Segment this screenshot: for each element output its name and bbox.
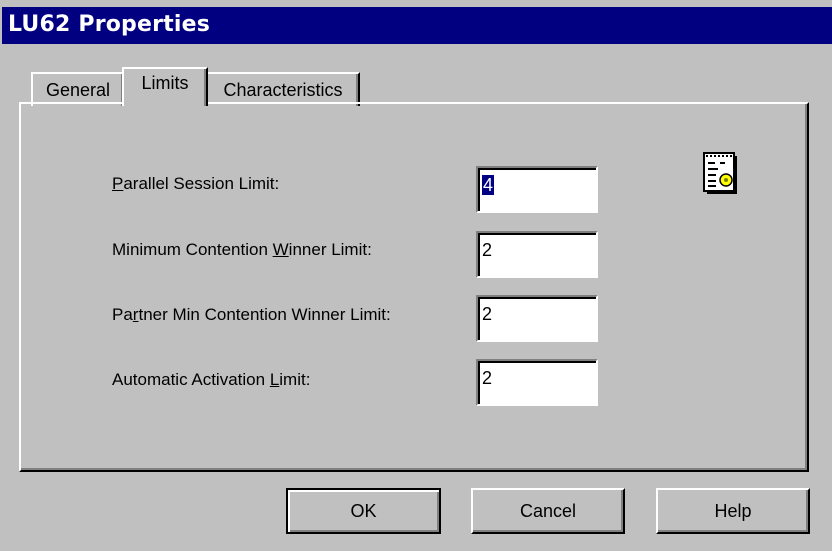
- partner-min-contention-winner-limit-input[interactable]: 2: [476, 295, 598, 342]
- cancel-button-label: Cancel: [519, 501, 577, 521]
- min-contention-winner-limit-value: 2: [482, 240, 493, 260]
- tab-characteristics[interactable]: Characteristics: [206, 72, 360, 106]
- partner-min-contention-winner-limit-value: 2: [482, 304, 493, 324]
- parallel-session-limit-value: 4: [482, 175, 495, 195]
- tab-limits[interactable]: Limits: [122, 67, 208, 106]
- min-contention-winner-limit-label: Minimum Contention Winner Limit:: [112, 240, 372, 259]
- help-button[interactable]: Help: [656, 488, 810, 534]
- min-contention-winner-limit-input[interactable]: 2: [476, 231, 598, 278]
- tab-general[interactable]: General: [31, 72, 125, 106]
- title-bar[interactable]: LU62 Properties: [2, 7, 832, 44]
- automatic-activation-limit-label: Automatic Activation Limit:: [112, 370, 311, 389]
- ok-button[interactable]: OK: [286, 488, 441, 534]
- lu62-properties-dialog: LU62 Properties General Characteristics …: [0, 0, 832, 551]
- ok-button-label: OK: [350, 501, 377, 521]
- tab-characteristics-label: Characteristics: [223, 80, 343, 100]
- tab-general-label: General: [45, 80, 111, 100]
- window-title: LU62 Properties: [8, 12, 211, 37]
- automatic-activation-limit-input[interactable]: 2: [476, 359, 598, 406]
- parallel-session-limit-label: Parallel Session Limit:: [112, 174, 280, 193]
- help-button-label: Help: [714, 501, 752, 521]
- parallel-session-limit-input[interactable]: 4: [476, 166, 598, 213]
- tab-panel-limits: [19, 102, 809, 472]
- document-properties-icon: [703, 152, 737, 194]
- automatic-activation-limit-value: 2: [482, 368, 493, 388]
- partner-min-contention-winner-limit-label: Partner Min Contention Winner Limit:: [112, 305, 391, 324]
- tab-limits-label: Limits: [141, 73, 189, 93]
- cancel-button[interactable]: Cancel: [471, 488, 625, 534]
